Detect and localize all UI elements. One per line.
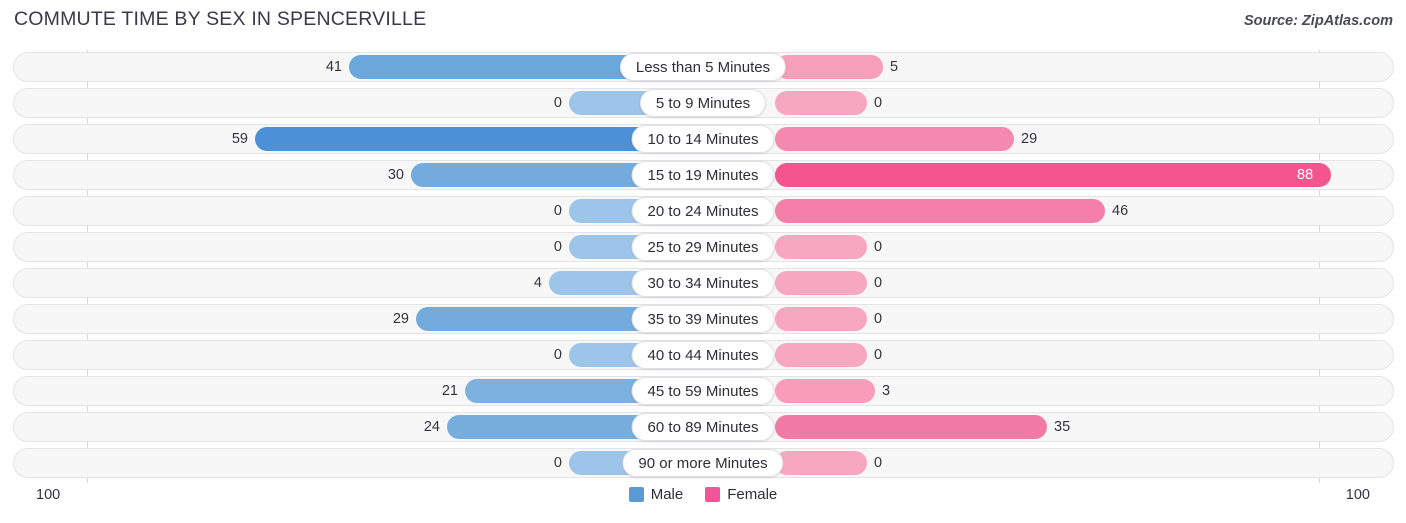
legend-item[interactable]: Female	[705, 486, 777, 503]
value-label-male: 24	[423, 419, 440, 435]
value-label-female: 46	[1112, 203, 1129, 219]
bar-female	[775, 127, 1014, 151]
legend-label: Female	[727, 486, 778, 503]
bar-female	[775, 235, 867, 259]
category-label: 60 to 89 Minutes	[631, 413, 775, 441]
category-label: 25 to 29 Minutes	[631, 233, 775, 261]
bar-male	[447, 415, 661, 439]
bar-female	[775, 163, 1331, 187]
value-label-female: 0	[874, 347, 883, 363]
chart-row: 59 29 10 to 14 Minutes	[13, 124, 1394, 154]
bar-male	[255, 127, 661, 151]
legend-swatch-icon	[628, 487, 644, 502]
plot-area: 41 5 Less than 5 Minutes 0 0 5 to 9 Minutes 59…	[13, 50, 1394, 483]
bar-female	[775, 271, 867, 295]
value-label-female: 0	[874, 275, 883, 291]
chart-row: 0 46 20 to 24 Minutes	[13, 196, 1394, 226]
chart-row: 30 88 15 to 19 Minutes	[13, 160, 1394, 190]
chart-container: COMMUTE TIME BY SEX IN SPENCERVILLE Sour…	[0, 0, 1406, 523]
chart-row: 29 0 35 to 39 Minutes	[13, 304, 1394, 334]
bar-female	[775, 55, 883, 79]
value-label-male: 0	[553, 95, 562, 111]
bar-male	[349, 55, 661, 79]
value-label-female: 0	[874, 95, 883, 111]
chart-row: 24 35 60 to 89 Minutes	[13, 412, 1394, 442]
legend-swatch-icon	[705, 487, 721, 502]
chart-row: 4 0 30 to 34 Minutes	[13, 268, 1394, 298]
value-label-female: 3	[882, 383, 891, 399]
value-label-female: 0	[874, 455, 883, 471]
category-label: 10 to 14 Minutes	[631, 125, 775, 153]
bar-female	[775, 307, 867, 331]
value-label-male: 0	[553, 347, 562, 363]
bar-female	[775, 199, 1105, 223]
value-label-male: 0	[553, 239, 562, 255]
legend-item[interactable]: Male	[628, 486, 684, 503]
page-title: COMMUTE TIME BY SEX IN SPENCERVILLE	[14, 8, 427, 30]
value-label-female: 0	[874, 239, 883, 255]
value-label-male: 29	[392, 311, 409, 327]
chart-row: 0 0 90 or more Minutes	[13, 448, 1394, 478]
category-label: 20 to 24 Minutes	[631, 197, 775, 225]
value-label-female: 35	[1054, 419, 1071, 435]
value-label-female: 29	[1021, 131, 1038, 147]
legend-label: Male	[650, 486, 684, 503]
value-label-male: 4	[533, 275, 542, 291]
category-label: 30 to 34 Minutes	[631, 269, 775, 297]
chart-legend: Male Female	[0, 486, 1406, 503]
value-label-male: 0	[553, 203, 562, 219]
chart-row: 0 0 5 to 9 Minutes	[13, 88, 1394, 118]
bar-male	[411, 163, 661, 187]
category-label: 5 to 9 Minutes	[639, 89, 767, 117]
bar-female	[775, 451, 867, 475]
chart-row: 0 0 40 to 44 Minutes	[13, 340, 1394, 370]
category-label: 90 or more Minutes	[622, 449, 784, 477]
category-label: Less than 5 Minutes	[619, 53, 787, 81]
chart-row: 41 5 Less than 5 Minutes	[13, 52, 1394, 82]
bar-male	[416, 307, 661, 331]
bar-female	[775, 415, 1047, 439]
chart-row: 21 3 45 to 59 Minutes	[13, 376, 1394, 406]
category-label: 35 to 39 Minutes	[631, 305, 775, 333]
category-label: 40 to 44 Minutes	[631, 341, 775, 369]
value-label-female: 5	[890, 59, 899, 75]
value-label-male: 41	[325, 59, 342, 75]
chart-row: 0 0 25 to 29 Minutes	[13, 232, 1394, 262]
bar-female	[775, 91, 867, 115]
category-label: 45 to 59 Minutes	[631, 377, 775, 405]
value-label-male: 30	[387, 167, 404, 183]
category-label: 15 to 19 Minutes	[631, 161, 775, 189]
bar-female	[775, 379, 875, 403]
value-label-female: 0	[874, 311, 883, 327]
bar-female	[775, 343, 867, 367]
value-label-male: 21	[441, 383, 458, 399]
source-attribution: Source: ZipAtlas.com	[1243, 13, 1393, 29]
value-label-female: 88	[1297, 167, 1314, 183]
value-label-male: 59	[231, 131, 248, 147]
value-label-male: 0	[553, 455, 562, 471]
